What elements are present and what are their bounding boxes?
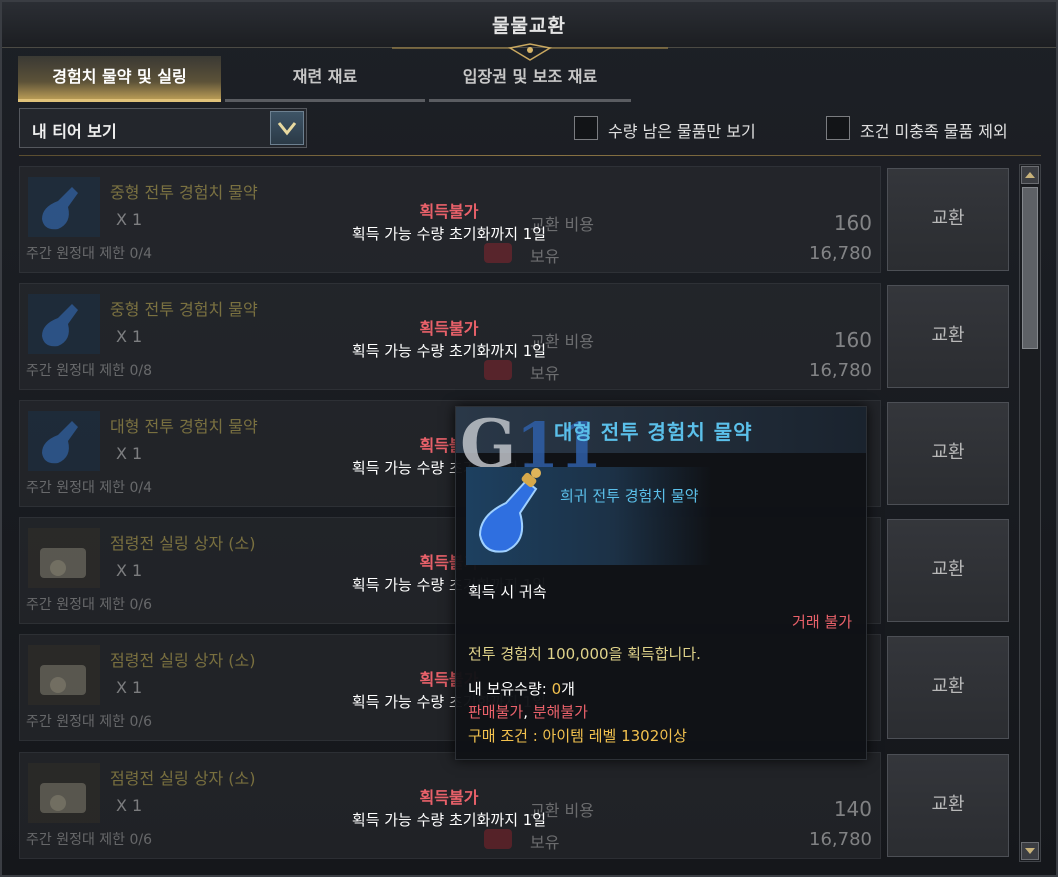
- tooltip-owned-label: 내 보유수량:: [468, 680, 552, 698]
- owned-value: 16,780: [809, 829, 872, 850]
- item-name: 대형 전투 경험치 물약: [110, 417, 258, 436]
- tab-tickets[interactable]: 입장권 및 보조 재료: [429, 56, 631, 102]
- exchange-button[interactable]: 교환: [887, 285, 1009, 388]
- list-item: 중형 전투 경험치 물약 X 1 주간 원정대 제한 0/4 교환 비용 보유 …: [19, 166, 1011, 273]
- chest-icon: [28, 528, 100, 588]
- scroll-up-button[interactable]: [1021, 166, 1039, 184]
- cost-value: 160: [833, 211, 872, 235]
- tooltip-trade: 거래 불가: [792, 613, 852, 631]
- item-limit: 주간 원정대 제한 0/8: [26, 363, 153, 379]
- scrollbar[interactable]: [1019, 164, 1041, 862]
- item-limit: 주간 원정대 제한 0/6: [26, 832, 153, 848]
- item-name: 중형 전투 경험치 물약: [110, 300, 258, 319]
- exchange-button[interactable]: 교환: [887, 519, 1009, 622]
- cost-value: 160: [833, 328, 872, 352]
- tooltip-sell: 판매불가, 분해불가: [468, 703, 588, 721]
- reset-notice: 획득 가능 수량 초기화까지 1일: [351, 225, 547, 243]
- checkbox-remaining-label: 수량 남은 물품만 보기: [608, 122, 756, 141]
- item-tooltip: G 11 대형 전투 경험치 물약 희귀 전투 경험치 물약 획득 시 귀속 거…: [455, 405, 867, 760]
- item-qty: X 1: [116, 444, 143, 463]
- checkbox-exclude-label: 조건 미충족 물품 제외: [860, 122, 1008, 141]
- potion-icon: [28, 294, 100, 354]
- item-limit: 주간 원정대 제한 0/4: [26, 480, 153, 496]
- tooltip-title: 대형 전투 경험치 물약: [554, 420, 753, 444]
- item-name: 점령전 실링 상자 (소): [110, 651, 256, 670]
- tooltip-requirement: 구매 조건 : 아이템 레벨 1302이상: [468, 727, 687, 745]
- item-name: 중형 전투 경험치 물약: [110, 183, 258, 202]
- item-qty: X 1: [116, 561, 143, 580]
- status-unavailable: 획득불가: [419, 788, 479, 807]
- filter-exclude-checkbox[interactable]: 조건 미충족 물품 제외: [826, 116, 1044, 142]
- divider: [19, 155, 1041, 156]
- tooltip-owned-unit: 개: [561, 680, 575, 698]
- owned-value: 16,780: [809, 360, 872, 381]
- owned-value: 16,780: [809, 243, 872, 264]
- item-qty: X 1: [116, 678, 143, 697]
- filter-remaining-checkbox[interactable]: 수량 남은 물품만 보기: [574, 116, 794, 142]
- item-limit: 주간 원정대 제한 0/6: [26, 714, 153, 730]
- exchange-button[interactable]: 교환: [887, 636, 1009, 739]
- reset-notice: 획득 가능 수량 초기화까지 1일: [351, 342, 547, 360]
- tier-dropdown-value: 내 티어 보기: [32, 122, 117, 141]
- status-unavailable: 획득불가: [419, 202, 479, 221]
- item-name: 점령전 실링 상자 (소): [110, 769, 256, 788]
- own-label: 보유: [530, 247, 560, 266]
- exchange-button[interactable]: 교환: [887, 754, 1009, 857]
- dropdown-toggle[interactable]: [270, 111, 304, 145]
- window-title: 물물교환: [492, 15, 566, 37]
- item-limit: 주간 원정대 제한 0/4: [26, 246, 153, 262]
- item-qty: X 1: [116, 210, 143, 229]
- tooltip-effect: 전투 경험치 100,000을 획득합니다.: [468, 645, 701, 663]
- cost-value: 140: [833, 797, 872, 821]
- tooltip-owned: 내 보유수량: 0개: [468, 678, 575, 699]
- own-label: 보유: [530, 364, 560, 383]
- item-qty: X 1: [116, 796, 143, 815]
- scroll-down-button[interactable]: [1021, 842, 1039, 860]
- exchange-button[interactable]: 교환: [887, 402, 1009, 505]
- barter-window: 물물교환 경험치 물약 및 실링 재련 재료 입장권 및 보조 재료 내 티어 …: [0, 0, 1058, 877]
- item-name: 점령전 실링 상자 (소): [110, 534, 256, 553]
- chevron-down-icon: [277, 122, 297, 136]
- tier-dropdown[interactable]: 내 티어 보기: [19, 108, 307, 148]
- potion-icon: [28, 411, 100, 471]
- arrow-down-icon: [1025, 848, 1035, 854]
- list-item: 점령전 실링 상자 (소) X 1 주간 원정대 제한 0/6 교환 비용 보유…: [19, 752, 1011, 859]
- tooltip-item-image: [466, 467, 712, 565]
- tooltip-bind: 획득 시 귀속: [468, 583, 547, 601]
- item-qty: X 1: [116, 327, 143, 346]
- chest-icon: [28, 645, 100, 705]
- scroll-thumb[interactable]: [1022, 187, 1038, 349]
- tab-exp-potions[interactable]: 경험치 물약 및 실링: [18, 56, 221, 102]
- own-label: 보유: [530, 833, 560, 852]
- tooltip-sell-label: 판매불가: [468, 703, 524, 721]
- title-bar: 물물교환: [2, 2, 1056, 61]
- chest-icon: [28, 763, 100, 823]
- list-item: 중형 전투 경험치 물약 X 1 주간 원정대 제한 0/8 교환 비용 보유 …: [19, 283, 1011, 390]
- reset-notice: 획득 가능 수량 초기화까지 1일: [351, 811, 547, 829]
- item-limit: 주간 원정대 제한 0/6: [26, 597, 153, 613]
- potion-icon: [478, 468, 541, 553]
- tooltip-disassemble-label: 분해불가: [532, 703, 588, 721]
- status-unavailable: 획득불가: [419, 319, 479, 338]
- tooltip-owned-value: 0: [551, 680, 562, 698]
- checkbox-exclude[interactable]: [826, 116, 850, 140]
- arrow-up-icon: [1025, 172, 1035, 178]
- tooltip-rarity: 희귀 전투 경험치 물약: [560, 487, 699, 505]
- tab-refining[interactable]: 재련 재료: [225, 56, 425, 102]
- checkbox-remaining[interactable]: [574, 116, 598, 140]
- exchange-button[interactable]: 교환: [887, 168, 1009, 271]
- potion-icon: [28, 177, 100, 237]
